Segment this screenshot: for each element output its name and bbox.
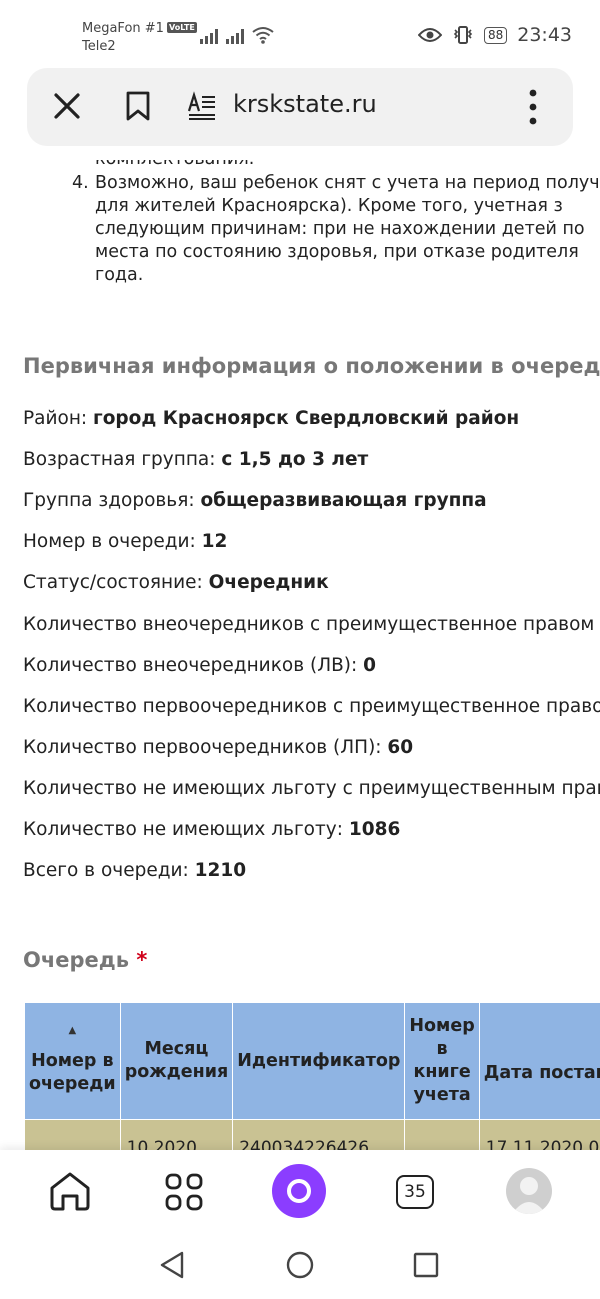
sort-arrow-icon: ▲ — [68, 1025, 77, 1036]
status-bar: MegaFon #1 VoLTE Tele2 88 23:43 — [0, 0, 600, 62]
battery-icon: 88 — [483, 26, 508, 44]
home-circle-icon[interactable] — [285, 1250, 315, 1280]
queue-table: ▲ Номер в очереди Месяц рождения Идентифи… — [24, 1002, 600, 1150]
queue-title: Очередь * — [23, 948, 148, 972]
required-mark: * — [136, 948, 148, 972]
column-header-date[interactable]: ▲Дата постан — [478, 1002, 600, 1120]
info-queue-number: Номер в очереди: 12 — [23, 531, 228, 552]
info-priority-lv: Количество внеочередников с преимуществе… — [23, 614, 600, 635]
reader-mode-icon[interactable] — [187, 91, 217, 121]
carrier-2: Tele2 — [82, 39, 116, 54]
sort-arrow-icon: ▲ — [484, 1038, 600, 1048]
clock: 23:43 — [517, 24, 572, 46]
info-lp-count: Количество первоочередников (ЛП): 60 — [23, 737, 414, 758]
apps-grid-icon[interactable] — [164, 1172, 204, 1212]
browser-toolbar: krskstate.ru — [27, 68, 573, 146]
column-header-number[interactable]: ▲ Номер в очереди — [24, 1002, 121, 1120]
recents-icon[interactable] — [413, 1252, 439, 1278]
info-status: Статус/состояние: Очередник — [23, 572, 329, 593]
info-health-group: Группа здоровья: общеразвивающая группа — [23, 490, 487, 511]
close-icon[interactable] — [49, 88, 85, 124]
user-silhouette-icon — [512, 1177, 546, 1214]
info-lv-count: Количество внеочередников (ЛВ): 0 — [23, 655, 377, 676]
primary-info-title: Первичная информация о положении в очере… — [23, 354, 600, 378]
list-item-line: следующим причинам: при не нахождении де… — [95, 219, 585, 239]
info-no-benefit-count: Количество не имеющих льготу: 1086 — [23, 819, 401, 840]
info-age-group: Возрастная группа: с 1,5 до 3 лет — [23, 449, 369, 470]
more-menu-icon[interactable] — [527, 88, 539, 126]
status-right: 88 23:43 — [417, 24, 572, 46]
page-content: комплектования. 4. Возможно, ваш ребенок… — [0, 160, 600, 1150]
bottom-nav: 35 — [0, 1150, 600, 1299]
list-item-line: места по состоянию здоровья, при отказе … — [95, 242, 579, 262]
info-priority-none: Количество не имеющих льготу с преимущес… — [23, 778, 600, 799]
avatar[interactable] — [506, 1168, 552, 1214]
signal-icon — [226, 29, 244, 44]
eye-icon — [417, 28, 442, 42]
carrier-info: MegaFon #1 VoLTE Tele2 — [82, 20, 197, 56]
list-item-number: 4. — [72, 173, 89, 193]
carrier-1: MegaFon #1 — [82, 21, 164, 36]
table-cell: 17.11.2020 00 — [478, 1119, 600, 1150]
list-item-line: для жителей Красноярска). Кроме того, уч… — [95, 196, 563, 216]
alice-assistant-icon[interactable] — [272, 1164, 326, 1218]
info-priority-lp: Количество первоочередников с преимущест… — [23, 696, 600, 717]
info-total: Всего в очереди: 1210 — [23, 860, 247, 881]
table-row[interactable]: 10.2020 240034226426 17.11.2020 00 — [24, 1119, 600, 1150]
list-item-line: Возможно, ваш ребенок снят с учета на пе… — [95, 173, 600, 193]
column-header-book-number[interactable]: Номер в книге учета — [404, 1002, 480, 1120]
home-icon[interactable] — [48, 1170, 92, 1212]
table-cell — [404, 1119, 480, 1150]
bookmark-icon[interactable] — [125, 90, 151, 122]
wifi-icon — [252, 27, 274, 44]
table-header-row: ▲ Номер в очереди Месяц рождения Идентифи… — [24, 1002, 600, 1120]
back-icon[interactable] — [158, 1250, 186, 1280]
column-header-birth-month[interactable]: Месяц рождения — [119, 1002, 234, 1120]
table-cell: 10.2020 — [119, 1119, 234, 1150]
vibrate-icon — [453, 26, 473, 44]
column-header-identifier[interactable]: Идентификатор — [232, 1002, 406, 1120]
info-district: Район: город Красноярск Свердловский рай… — [23, 408, 520, 429]
volte-badge: VoLTE — [166, 22, 197, 33]
tabs-count-button[interactable]: 35 — [396, 1175, 434, 1209]
list-item-line: года. — [95, 265, 144, 285]
url-text[interactable]: krskstate.ru — [233, 90, 377, 118]
signal-indicators — [200, 26, 274, 44]
list-prev-line: комплектования. — [95, 160, 254, 171]
table-cell — [24, 1119, 121, 1150]
signal-icon — [200, 29, 218, 44]
table-cell: 240034226426 — [232, 1119, 406, 1150]
